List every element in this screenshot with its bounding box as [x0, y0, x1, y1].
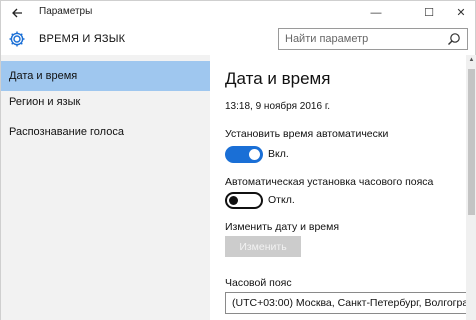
auto-timezone-state: Откл. — [268, 194, 295, 206]
current-datetime: 13:18, 9 ноября 2016 г. — [225, 101, 331, 112]
scrollbar[interactable]: ▲ — [466, 55, 476, 320]
window-title: Параметры — [39, 6, 93, 17]
scroll-thumb[interactable] — [468, 69, 475, 215]
auto-time-state: Вкл. — [268, 148, 289, 160]
change-datetime-button[interactable]: Изменить — [225, 236, 301, 257]
auto-timezone-toggle[interactable] — [225, 192, 263, 209]
sidebar-item-speech[interactable]: Распознавание голоса — [1, 117, 210, 147]
sidebar-item-region-language[interactable]: Регион и язык — [1, 87, 210, 117]
auto-time-toggle[interactable] — [225, 146, 263, 163]
scroll-up-icon[interactable]: ▲ — [466, 57, 476, 67]
auto-time-label: Установить время автоматически — [225, 128, 389, 140]
timezone-select[interactable]: (UTC+03:00) Москва, Санкт-Петербург, Вол… — [225, 292, 470, 314]
back-button[interactable] — [7, 3, 27, 23]
settings-window: Параметры — ☐ ✕ ВРЕМЯ И ЯЗЫК Дата и врем… — [0, 0, 476, 320]
toggle-knob — [229, 196, 238, 205]
search-input[interactable] — [279, 29, 439, 49]
minimize-button[interactable]: — — [361, 1, 391, 25]
page-section-title: ВРЕМЯ И ЯЗЫК — [39, 33, 126, 45]
title-bar: Параметры — ☐ ✕ — [1, 1, 475, 25]
maximize-button[interactable]: ☐ — [414, 1, 444, 25]
toggle-knob — [249, 149, 260, 160]
header: ВРЕМЯ И ЯЗЫК — [1, 25, 475, 55]
search-icon[interactable] — [447, 32, 461, 46]
change-datetime-label: Изменить дату и время — [225, 221, 340, 233]
timezone-label: Часовой пояс — [225, 277, 292, 289]
arrow-left-icon — [12, 8, 22, 18]
sidebar: Дата и время Регион и язык Распознавание… — [1, 55, 210, 320]
main-content: Дата и время 13:18, 9 ноября 2016 г. Уст… — [210, 55, 476, 320]
gear-icon — [9, 31, 25, 47]
auto-timezone-label: Автоматическая установка часового пояса — [225, 176, 434, 188]
page-title: Дата и время — [225, 69, 331, 88]
close-button[interactable]: ✕ — [446, 1, 476, 25]
search-box[interactable] — [278, 28, 468, 50]
